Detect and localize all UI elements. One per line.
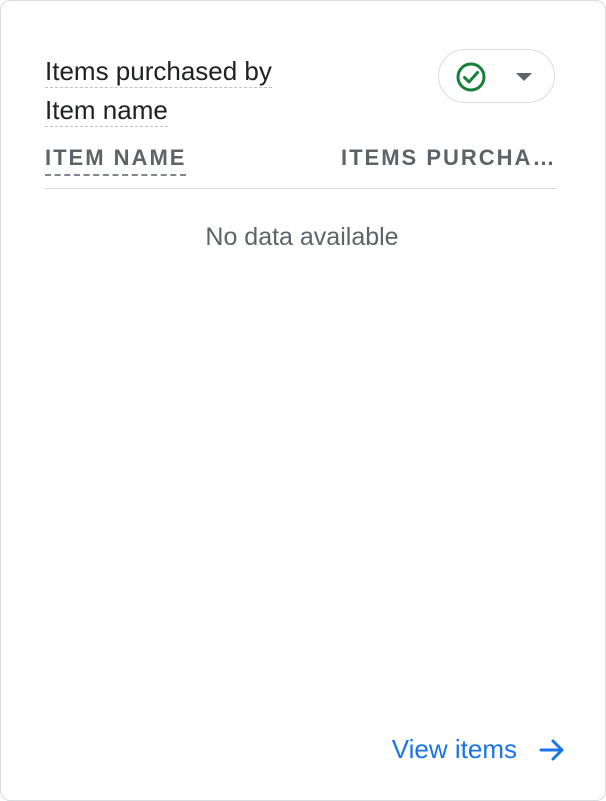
arrow-right-icon (539, 739, 564, 760)
empty-state-message: No data available (205, 223, 399, 251)
view-items-link[interactable]: View items (392, 734, 567, 765)
card-title: Items purchased by Item name (45, 52, 345, 130)
caret-down-icon (516, 73, 532, 81)
view-items-label: View items (391, 734, 517, 764)
items-purchased-card: Items purchased by Item name ITEM NAME I… (0, 0, 606, 801)
status-dropdown-chip[interactable] (438, 49, 555, 103)
column-header-item-name[interactable]: ITEM NAME (45, 144, 187, 176)
card-title-line1: Items purchased by (45, 56, 272, 88)
card-title-line2: Item name (45, 95, 168, 127)
header-divider (45, 188, 557, 189)
column-header-items-purchased[interactable]: ITEMS PURCHA… (341, 144, 557, 172)
check-circle-icon (456, 62, 486, 92)
